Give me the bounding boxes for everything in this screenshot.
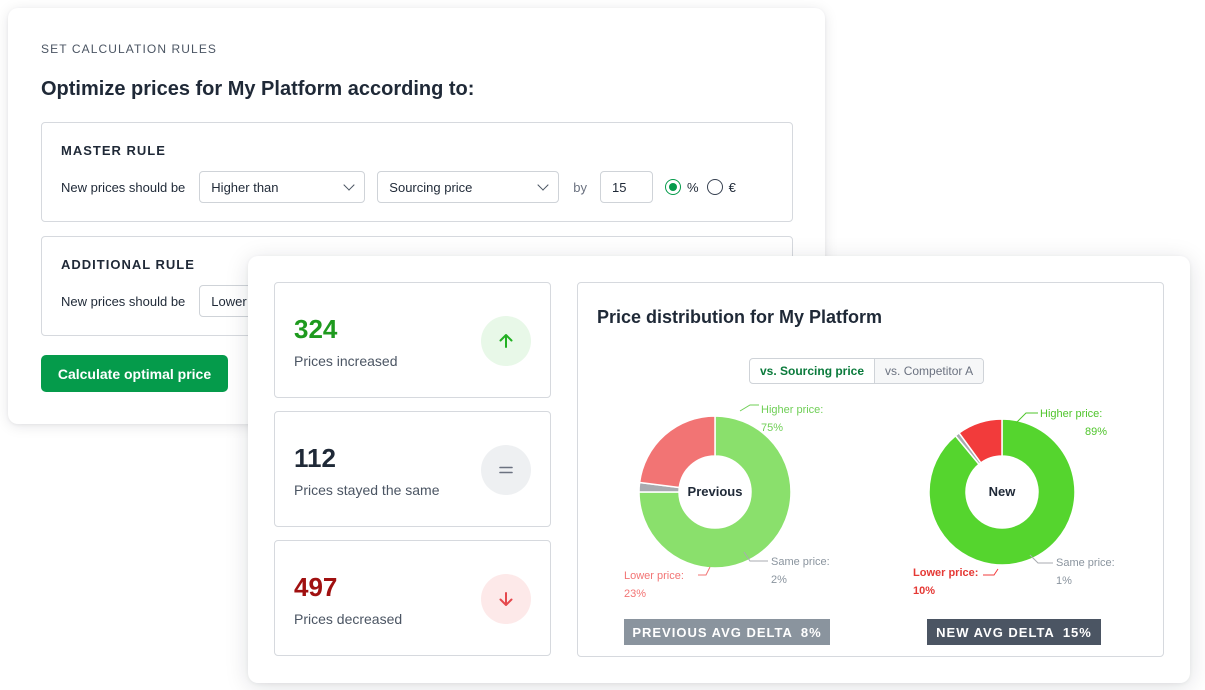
arrow-up-icon: [481, 316, 531, 366]
same-value: 1%: [1056, 575, 1072, 587]
euro-radio[interactable]: [706, 179, 723, 195]
rules-title: Optimize prices for My Platform accordin…: [41, 78, 475, 100]
master-rule-box: MASTER RULE New prices should be Higher …: [41, 122, 793, 222]
lower-label: Lower price:: [913, 567, 978, 579]
leader-line: [739, 404, 759, 412]
stat-card-decreased: 497 Prices decreased: [274, 540, 551, 656]
reference-select[interactable]: Sourcing price: [377, 171, 560, 203]
delta-value: 8%: [800, 624, 822, 640]
delta-label: PREVIOUS AVG DELTA: [632, 624, 793, 640]
delta-label: NEW AVG DELTA: [936, 624, 1055, 640]
stat-label: Prices increased: [294, 353, 398, 369]
amount-input[interactable]: 15: [600, 171, 654, 203]
by-label: by: [573, 179, 588, 195]
chevron-down-icon: [537, 179, 549, 191]
lower-value: 10%: [913, 585, 935, 597]
stat-label: Prices stayed the same: [294, 482, 440, 498]
euro-label: €: [728, 179, 736, 195]
master-rule-row: New prices should be Higher than Sourcin…: [61, 171, 744, 203]
donut-center-label: Previous: [688, 484, 743, 499]
leader-line: [983, 568, 999, 576]
higher-label: Higher price:: [761, 404, 823, 416]
price-distribution-panel: Price distribution for My Platform vs. S…: [577, 282, 1164, 657]
additional-comparison-value: Lower: [211, 293, 247, 309]
master-rule-text: New prices should be: [61, 179, 186, 195]
stat-value: 112: [294, 443, 336, 473]
equals-icon: [481, 445, 531, 495]
master-rule-heading: MASTER RULE: [61, 143, 166, 158]
lower-label: Lower price:: [624, 570, 684, 582]
stat-card-same: 112 Prices stayed the same: [274, 411, 551, 527]
reference-select-value: Sourcing price: [389, 179, 473, 195]
previous-avg-delta-badge: PREVIOUS AVG DELTA 8%: [624, 619, 830, 645]
additional-rule-heading: ADDITIONAL RULE: [61, 257, 195, 272]
percent-radio[interactable]: [665, 179, 682, 195]
higher-value: 75%: [761, 422, 783, 434]
delta-value: 15%: [1062, 624, 1092, 640]
lower-value: 23%: [624, 588, 646, 600]
higher-value: 89%: [1085, 426, 1107, 438]
calculate-button[interactable]: Calculate optimal price: [41, 355, 228, 392]
percent-label: %: [687, 179, 699, 195]
higher-label: Higher price:: [1040, 408, 1102, 420]
stat-card-increased: 324 Prices increased: [274, 282, 551, 398]
slice-lower-price: [638, 415, 716, 489]
donut-center-label: New: [989, 484, 1017, 499]
chevron-down-icon: [343, 179, 355, 191]
stat-value: 324: [294, 314, 338, 344]
same-value: 2%: [771, 574, 787, 586]
results-card: 324 Prices increased 112 Prices stayed t…: [248, 256, 1190, 683]
rules-eyebrow: SET CALCULATION RULES: [41, 42, 218, 56]
comparison-select[interactable]: Higher than: [199, 171, 366, 203]
arrow-down-icon: [481, 574, 531, 624]
stat-value: 497: [294, 572, 338, 602]
same-label: Same price:: [771, 556, 830, 568]
comparison-select-value: Higher than: [211, 179, 279, 195]
new-avg-delta-badge: NEW AVG DELTA 15%: [927, 619, 1101, 645]
stat-label: Prices decreased: [294, 611, 403, 627]
additional-rule-text: New prices should be: [61, 293, 186, 309]
donut-charts: Previous Higher price: 75% Same price: 2…: [624, 404, 1115, 600]
same-label: Same price:: [1056, 557, 1115, 569]
